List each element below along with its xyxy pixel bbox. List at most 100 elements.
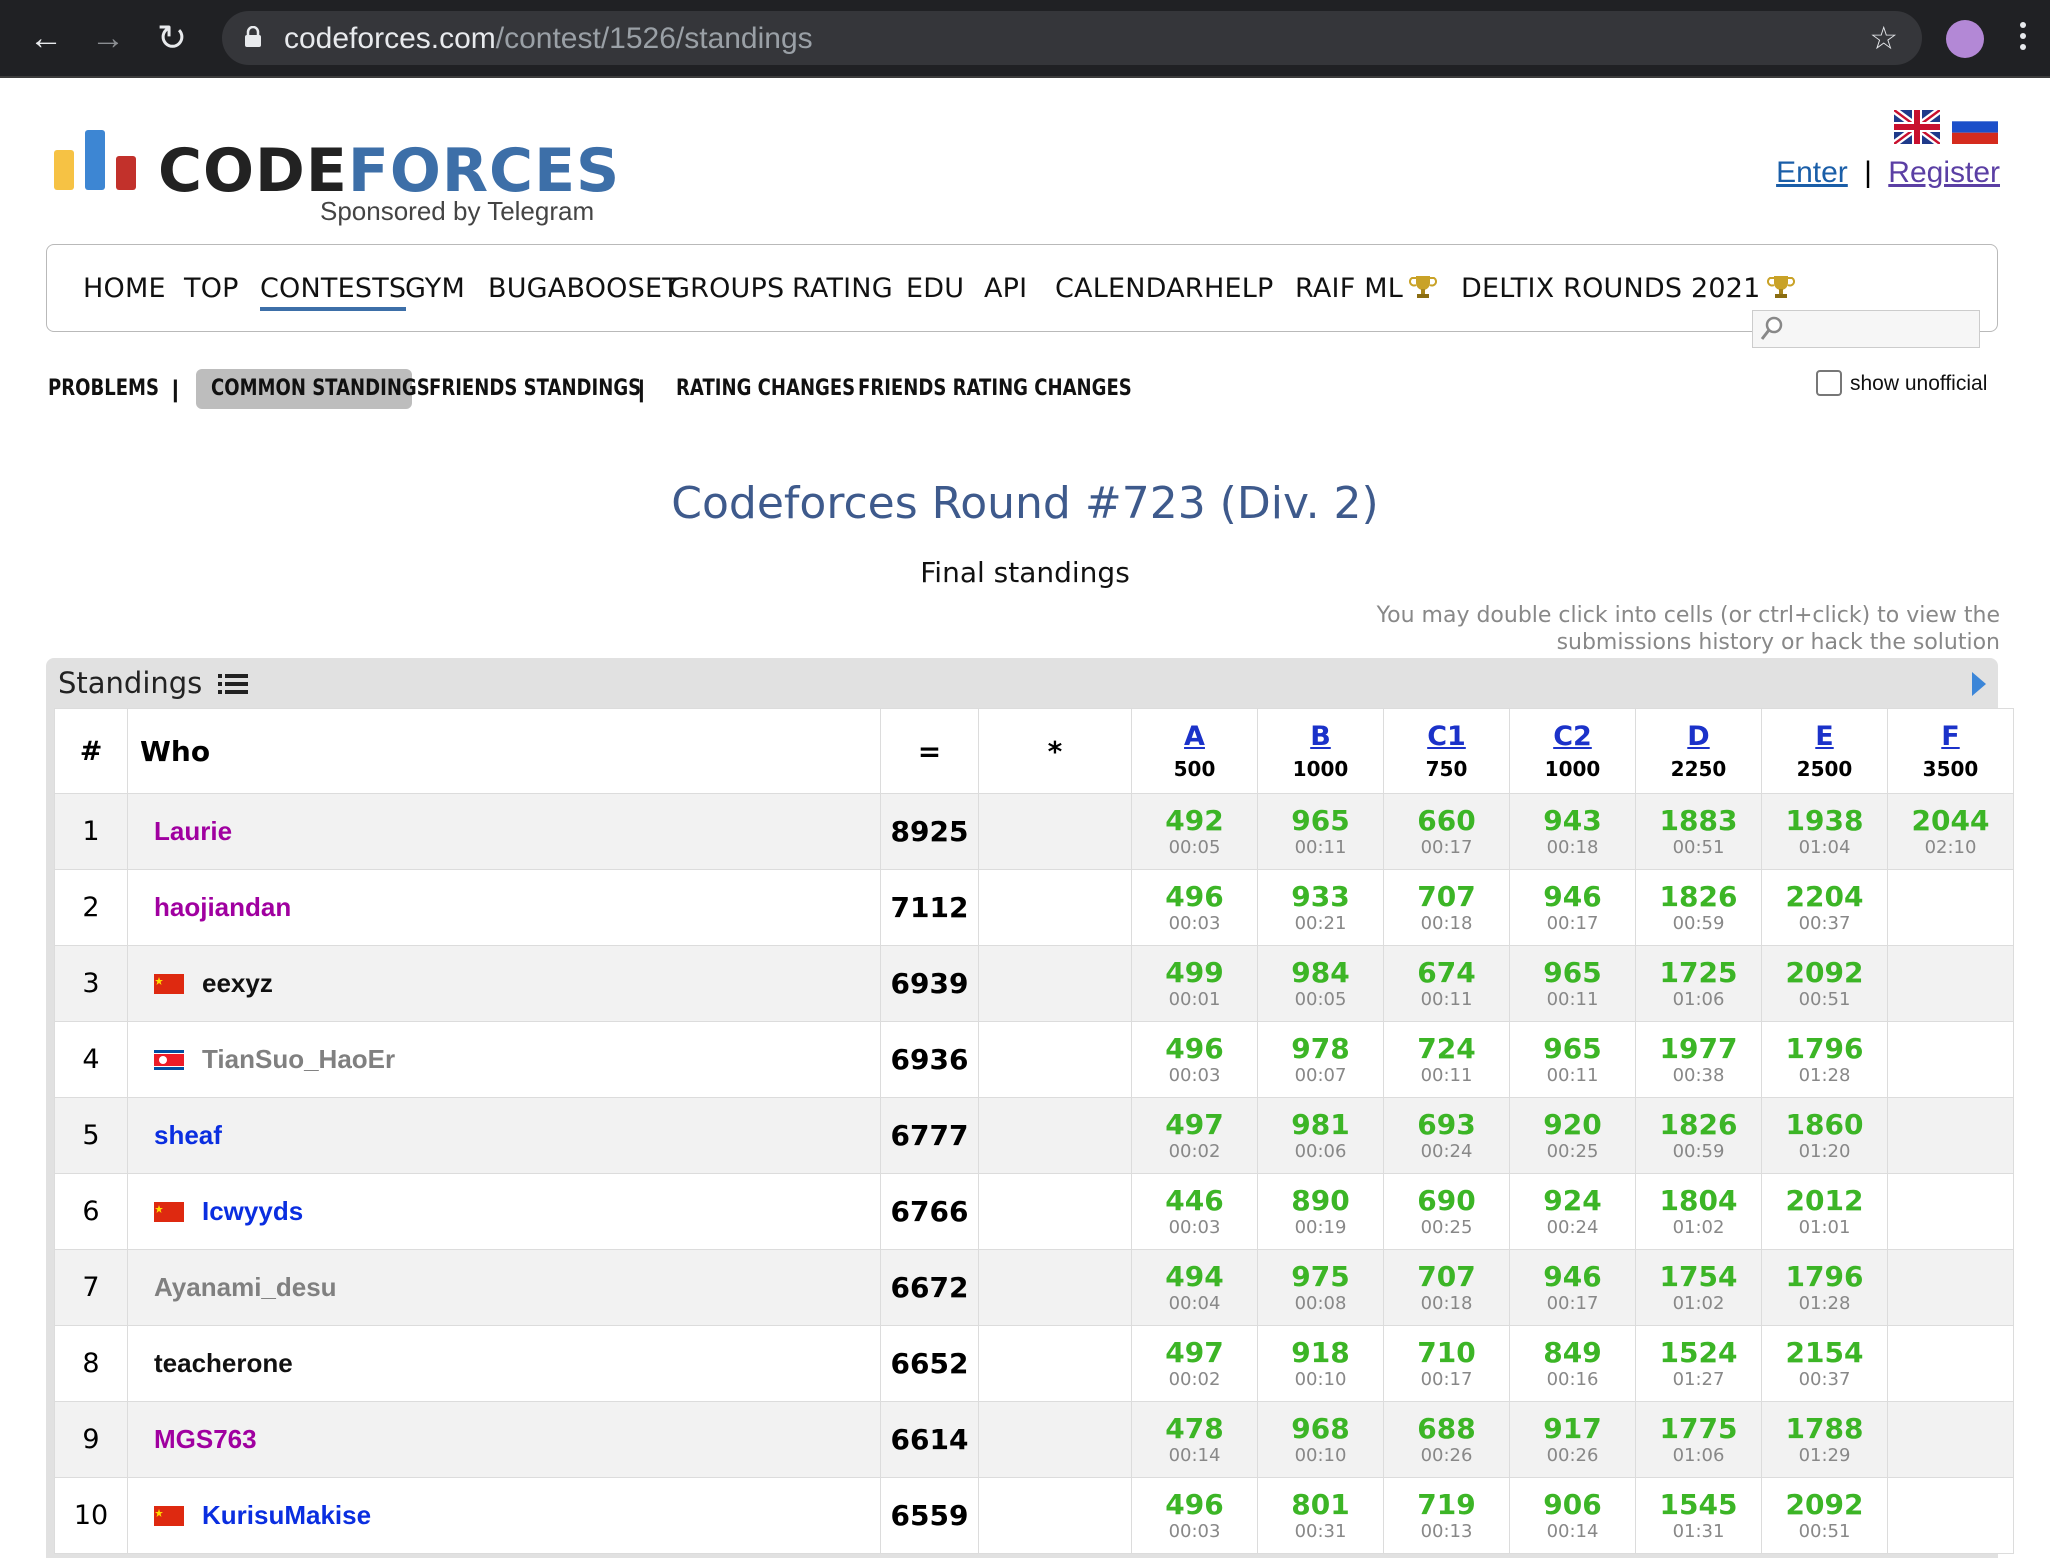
menu-contests[interactable]: CONTESTS	[260, 273, 407, 311]
back-icon[interactable]: ←	[26, 18, 66, 58]
menu-deltix-rounds[interactable]: DELTIX ROUNDS 2021	[1461, 273, 1795, 304]
problem-result-cell[interactable]: 1826 00:59	[1635, 869, 1762, 946]
problem-result-cell[interactable]: 674 00:11	[1383, 945, 1510, 1022]
menu-home[interactable]: HOME	[83, 273, 166, 304]
problem-result-cell[interactable]: 494 00:04	[1131, 1249, 1258, 1326]
menu-calendar[interactable]: CALENDAR	[1055, 273, 1204, 304]
problem-result-cell[interactable]: 965 00:11	[1257, 793, 1384, 870]
menu-rating[interactable]: RATING	[792, 273, 893, 304]
problem-result-cell[interactable]	[1887, 1325, 2014, 1402]
participant-link[interactable]: Icwyyds	[202, 1196, 303, 1226]
problem-result-cell[interactable]: 924 00:24	[1509, 1173, 1636, 1250]
problem-result-cell[interactable]: 1775 01:06	[1635, 1401, 1762, 1478]
page-title[interactable]: Codeforces Round #723 (Div. 2)	[0, 478, 2050, 529]
uk-flag-icon[interactable]	[1894, 110, 1940, 144]
forward-icon[interactable]: →	[88, 18, 128, 58]
problem-link-e[interactable]: E	[1762, 721, 1887, 753]
subnav-problems[interactable]: PROBLEMS	[48, 376, 159, 401]
problem-result-cell[interactable]	[1887, 1173, 2014, 1250]
problem-result-cell[interactable]: 693 00:24	[1383, 1097, 1510, 1174]
problem-result-cell[interactable]: 496 00:03	[1131, 1477, 1258, 1554]
problem-result-cell[interactable]: 688 00:26	[1383, 1401, 1510, 1478]
participant-link[interactable]: haojiandan	[154, 892, 291, 922]
problem-result-cell[interactable]: 2012 01:01	[1761, 1173, 1888, 1250]
problem-result-cell[interactable]: 710 00:17	[1383, 1325, 1510, 1402]
russia-flag-icon[interactable]	[1952, 110, 1998, 144]
problem-result-cell[interactable]	[1887, 1097, 2014, 1174]
problem-result-cell[interactable]: 690 00:25	[1383, 1173, 1510, 1250]
problem-result-cell[interactable]: 1804 01:02	[1635, 1173, 1762, 1250]
problem-result-cell[interactable]: 1545 01:31	[1635, 1477, 1762, 1554]
problem-result-cell[interactable]	[1887, 945, 2014, 1022]
problem-result-cell[interactable]: 499 00:01	[1131, 945, 1258, 1022]
address-bar[interactable]: codeforces.com/contest/1526/standings ☆	[222, 11, 1922, 65]
menu-gym[interactable]: GYM	[405, 273, 465, 304]
problem-result-cell[interactable]	[1887, 1021, 2014, 1098]
menu-raif-ml[interactable]: RAIF ML	[1295, 273, 1437, 304]
problem-result-cell[interactable]: 724 00:11	[1383, 1021, 1510, 1098]
subnav-friends-rating-changes[interactable]: FRIENDS RATING CHANGES	[858, 376, 1132, 401]
menu-groups[interactable]: GROUPS	[669, 273, 784, 304]
problem-result-cell[interactable]: 1796 01:28	[1761, 1021, 1888, 1098]
show-unofficial-checkbox[interactable]	[1816, 370, 1842, 396]
problem-link-b[interactable]: B	[1258, 721, 1383, 753]
problem-result-cell[interactable]: 946 00:17	[1509, 1249, 1636, 1326]
browser-menu-icon[interactable]	[2018, 18, 2028, 58]
problem-link-c2[interactable]: C2	[1510, 721, 1635, 753]
menu-api[interactable]: API	[984, 273, 1027, 304]
problem-result-cell[interactable]: 890 00:19	[1257, 1173, 1384, 1250]
problem-result-cell[interactable]: 965 00:11	[1509, 1021, 1636, 1098]
problem-result-cell[interactable]: 497 00:02	[1131, 1097, 1258, 1174]
next-page-arrow-icon[interactable]	[1972, 672, 1986, 696]
subnav-common-standings[interactable]: COMMON STANDINGS	[211, 376, 430, 401]
subnav-rating-changes[interactable]: RATING CHANGES	[676, 376, 855, 401]
problem-result-cell[interactable]: 707 00:18	[1383, 869, 1510, 946]
problem-result-cell[interactable]: 496 00:03	[1131, 1021, 1258, 1098]
problem-result-cell[interactable]: 2092 00:51	[1761, 945, 1888, 1022]
problem-result-cell[interactable]	[1887, 1477, 2014, 1554]
bookmark-star-icon[interactable]: ☆	[1869, 19, 1898, 57]
problem-result-cell[interactable]: 660 00:17	[1383, 793, 1510, 870]
menu-bugabooset[interactable]: BUGABOOSET	[488, 273, 679, 304]
problem-result-cell[interactable]: 707 00:18	[1383, 1249, 1510, 1326]
problem-link-a[interactable]: A	[1132, 721, 1257, 753]
problem-result-cell[interactable]: 1860 01:20	[1761, 1097, 1888, 1174]
problem-result-cell[interactable]: 2092 00:51	[1761, 1477, 1888, 1554]
problem-result-cell[interactable]: 849 00:16	[1509, 1325, 1636, 1402]
menu-edu[interactable]: EDU	[906, 273, 964, 304]
register-link[interactable]: Register	[1888, 156, 2000, 189]
problem-result-cell[interactable]: 933 00:21	[1257, 869, 1384, 946]
problem-link-c1[interactable]: C1	[1384, 721, 1509, 753]
problem-result-cell[interactable]: 446 00:03	[1131, 1173, 1258, 1250]
problem-result-cell[interactable]: 478 00:14	[1131, 1401, 1258, 1478]
participant-link[interactable]: KurisuMakise	[202, 1500, 371, 1530]
show-unofficial-toggle[interactable]: show unofficial	[1816, 370, 1987, 396]
problem-result-cell[interactable]: 965 00:11	[1509, 945, 1636, 1022]
problem-result-cell[interactable]	[1887, 1401, 2014, 1478]
problem-result-cell[interactable]	[1887, 1249, 2014, 1326]
profile-avatar[interactable]	[1946, 20, 1984, 58]
problem-link-d[interactable]: D	[1636, 721, 1761, 753]
menu-top[interactable]: TOP	[184, 273, 239, 304]
problem-result-cell[interactable]: 1725 01:06	[1635, 945, 1762, 1022]
participant-link[interactable]: MGS763	[154, 1424, 257, 1454]
participant-link[interactable]: eexyz	[202, 968, 273, 998]
menu-help[interactable]: HELP	[1204, 273, 1274, 304]
problem-result-cell[interactable]: 917 00:26	[1509, 1401, 1636, 1478]
enter-link[interactable]: Enter	[1776, 156, 1848, 189]
problem-result-cell[interactable]: 943 00:18	[1509, 793, 1636, 870]
problem-result-cell[interactable]: 492 00:05	[1131, 793, 1258, 870]
list-icon[interactable]	[217, 672, 248, 696]
problem-result-cell[interactable]: 975 00:08	[1257, 1249, 1384, 1326]
problem-result-cell[interactable]: 1938 01:04	[1761, 793, 1888, 870]
participant-link[interactable]: TianSuo_HaoEr	[202, 1044, 395, 1074]
problem-result-cell[interactable]: 920 00:25	[1509, 1097, 1636, 1174]
problem-result-cell[interactable]: 496 00:03	[1131, 869, 1258, 946]
problem-result-cell[interactable]: 978 00:07	[1257, 1021, 1384, 1098]
problem-result-cell[interactable]: 497 00:02	[1131, 1325, 1258, 1402]
participant-link[interactable]: teacherone	[154, 1348, 293, 1378]
problem-result-cell[interactable]: 1883 00:51	[1635, 793, 1762, 870]
participant-link[interactable]: Laurie	[154, 816, 232, 846]
participant-link[interactable]: sheaf	[154, 1120, 222, 1150]
participant-link[interactable]: Ayanami_desu	[154, 1272, 337, 1302]
